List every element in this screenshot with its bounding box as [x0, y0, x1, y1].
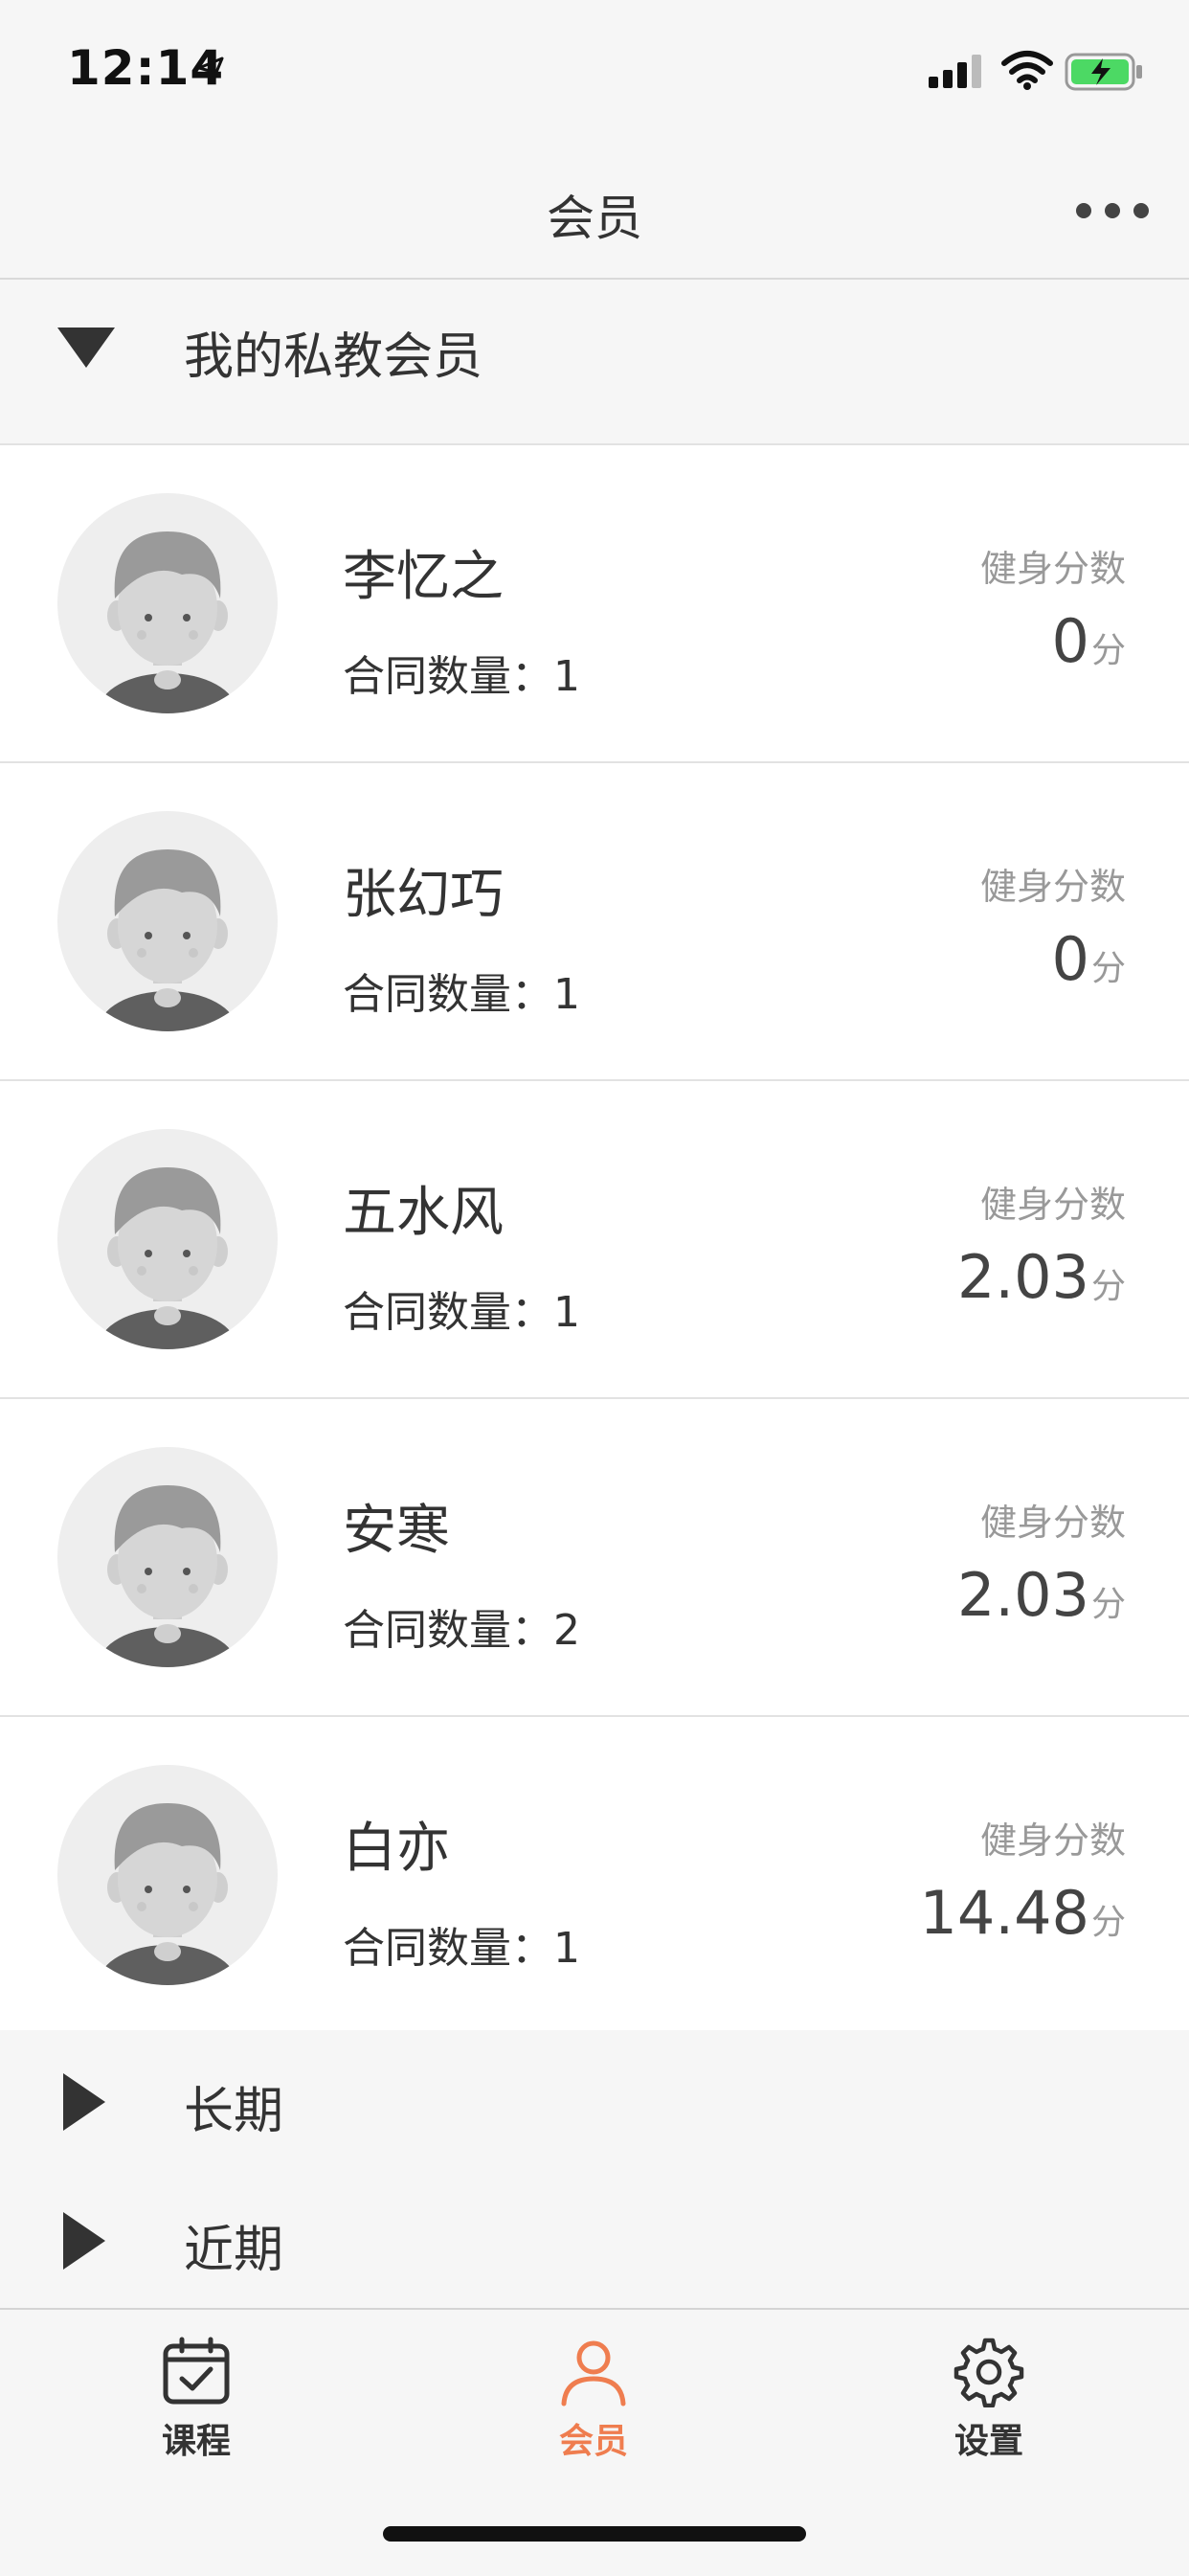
page-title: 会员 [547, 191, 642, 246]
contract-count: 1 [553, 1288, 580, 1337]
score-unit: 分 [1090, 631, 1126, 670]
avatar [57, 811, 278, 1031]
score-value: 14.48 [919, 1878, 1089, 1948]
member-name: 李忆之 [343, 546, 504, 608]
default-avatar-icon [99, 849, 236, 1031]
more-button[interactable] [1065, 192, 1160, 230]
contract-count: 2 [553, 1606, 580, 1655]
contract-count-text: 合同数量：1 [343, 960, 580, 1021]
contract-count-text: 合同数量：2 [343, 1595, 580, 1657]
member-row[interactable]: 安寒 合同数量：2 健身分数 2.03分 [0, 1399, 1189, 1717]
location-arrow-icon [197, 56, 224, 83]
triangle-right-icon [63, 2212, 105, 2270]
score-label: 健身分数 [979, 1502, 1126, 1544]
score-label: 健身分数 [979, 1184, 1126, 1226]
default-avatar-icon [99, 1167, 236, 1349]
score-unit: 分 [1090, 1585, 1126, 1624]
contract-count-text: 合同数量：1 [343, 642, 580, 703]
member-name: 白亦 [343, 1818, 450, 1880]
group-label: 长期 [184, 2083, 284, 2140]
more-dot-icon [1105, 203, 1120, 218]
fitness-score: 2.03分 [957, 1242, 1126, 1312]
contract-count: 1 [553, 1924, 580, 1973]
battery-charging-icon [1065, 53, 1142, 91]
score-value: 2.03 [956, 1560, 1089, 1630]
signal-icon [929, 55, 981, 88]
contract-label: 合同数量： [343, 1288, 553, 1337]
group-header-recent[interactable]: 近期 [0, 2169, 1189, 2308]
contract-count-text: 合同数量：1 [343, 1277, 580, 1339]
tab-members[interactable]: 会员 [498, 2337, 689, 2463]
score-label: 健身分数 [979, 548, 1126, 590]
score-value: 0 [1051, 606, 1089, 676]
home-indicator [383, 2526, 806, 2542]
more-dot-icon [1076, 203, 1091, 218]
member-row[interactable]: 五水风 合同数量：1 健身分数 2.03分 [0, 1081, 1189, 1399]
gear-icon [953, 2338, 1024, 2407]
fitness-score: 2.03分 [957, 1560, 1126, 1630]
group-label: 近期 [184, 2222, 284, 2279]
score-value: 0 [1051, 924, 1089, 994]
member-name: 张幻巧 [343, 864, 504, 926]
group-header-long-term[interactable]: 长期 [0, 2030, 1189, 2169]
score-value: 2.03 [956, 1242, 1089, 1312]
member-name: 安寒 [343, 1500, 450, 1562]
person-icon [561, 2340, 626, 2407]
contract-label: 合同数量： [343, 652, 553, 701]
default-avatar-icon [99, 1803, 236, 1985]
contract-label: 合同数量： [343, 970, 553, 1019]
tab-label: 会员 [558, 2422, 628, 2461]
triangle-down-icon [57, 328, 115, 368]
avatar [57, 1765, 278, 1985]
wifi-icon [1001, 51, 1053, 90]
member-list: 李忆之 合同数量：1 健身分数 0分 张幻巧 合同数量：1 健身分数 0分 五水… [0, 443, 1189, 2035]
score-unit: 分 [1090, 1267, 1126, 1306]
member-row[interactable]: 李忆之 合同数量：1 健身分数 0分 [0, 445, 1189, 763]
member-row[interactable]: 张幻巧 合同数量：1 健身分数 0分 [0, 763, 1189, 1081]
status-bar: 12:14 [0, 0, 1189, 144]
contract-count-text: 合同数量：1 [343, 1913, 580, 1975]
fitness-score: 0分 [1052, 606, 1126, 676]
score-label: 健身分数 [979, 1819, 1126, 1862]
contract-label: 合同数量： [343, 1606, 553, 1655]
score-label: 健身分数 [979, 866, 1126, 908]
contract-count: 1 [553, 652, 580, 701]
group-header-private[interactable]: 我的私教会员 [0, 280, 1189, 418]
member-name: 五水风 [343, 1182, 504, 1244]
calendar-check-icon [163, 2337, 230, 2405]
default-avatar-icon [99, 1485, 236, 1667]
more-dot-icon [1133, 203, 1149, 218]
score-unit: 分 [1090, 949, 1126, 988]
tab-label: 课程 [161, 2422, 231, 2461]
group-label: 我的私教会员 [184, 328, 483, 386]
fitness-score: 0分 [1052, 924, 1126, 994]
fitness-score: 14.48分 [919, 1878, 1126, 1948]
contract-label: 合同数量： [343, 1924, 553, 1973]
contract-count: 1 [553, 970, 580, 1019]
tab-label: 设置 [953, 2422, 1023, 2461]
member-row[interactable]: 白亦 合同数量：1 健身分数 14.48分 [0, 1717, 1189, 2035]
avatar [57, 1447, 278, 1667]
tab-courses[interactable]: 课程 [101, 2337, 292, 2463]
avatar [57, 493, 278, 713]
score-unit: 分 [1090, 1903, 1126, 1942]
triangle-right-icon [63, 2073, 105, 2131]
tab-settings[interactable]: 设置 [893, 2337, 1085, 2463]
default-avatar-icon [99, 531, 236, 713]
avatar [57, 1129, 278, 1349]
nav-bar: 会员 [0, 144, 1189, 280]
